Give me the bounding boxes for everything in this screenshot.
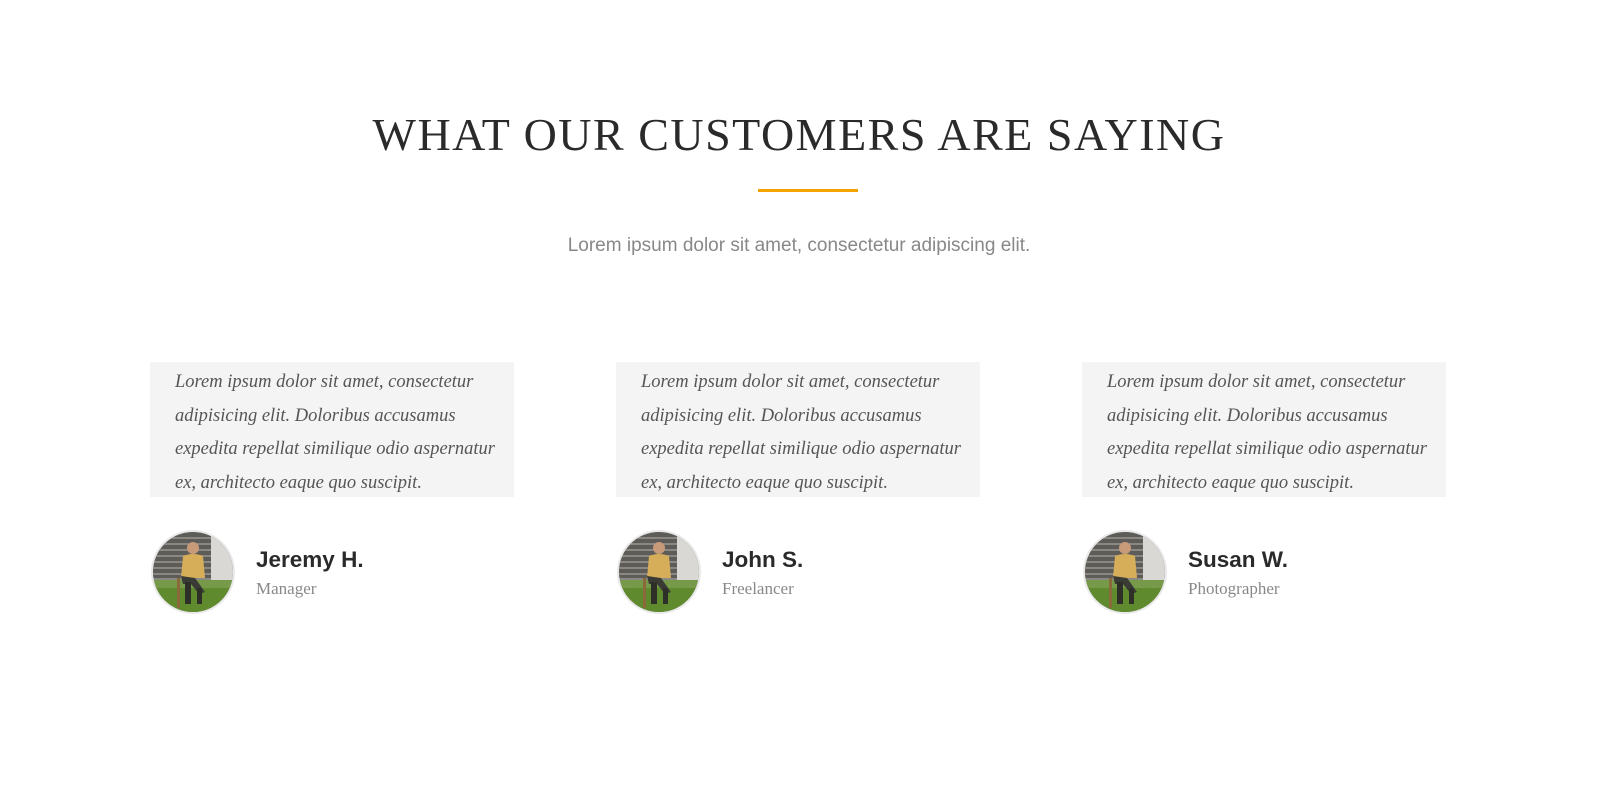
testimonial-quote-box: Lorem ipsum dolor sit amet, consectetur …	[1082, 362, 1446, 497]
avatar	[1083, 530, 1167, 614]
testimonial-card: Lorem ipsum dolor sit amet, consectetur …	[1082, 362, 1446, 614]
testimonial-quote-box: Lorem ipsum dolor sit amet, consectetur …	[150, 362, 514, 497]
avatar	[617, 530, 701, 614]
author-name: Jeremy H.	[256, 547, 364, 572]
title-divider	[758, 189, 858, 192]
testimonial-author: John S. Freelancer	[617, 530, 981, 618]
section-subtitle: Lorem ipsum dolor sit amet, consectetur …	[567, 235, 1031, 256]
testimonial-quote: Lorem ipsum dolor sit amet, consectetur …	[641, 372, 961, 493]
avatar	[151, 530, 235, 614]
author-name: Susan W.	[1188, 547, 1289, 572]
testimonial-card: Lorem ipsum dolor sit amet, consectetur …	[616, 362, 980, 614]
testimonial-quote: Lorem ipsum dolor sit amet, consectetur …	[175, 372, 495, 493]
testimonial-card: Lorem ipsum dolor sit amet, consectetur …	[150, 362, 514, 614]
person-photo-icon	[153, 532, 233, 612]
author-role: Freelancer	[722, 579, 794, 598]
author-role: Photographer	[1188, 579, 1280, 598]
testimonials-section: WHAT OUR CUSTOMERS ARE SAYING Lorem ipsu…	[0, 0, 1598, 798]
testimonial-quote-box: Lorem ipsum dolor sit amet, consectetur …	[616, 362, 980, 497]
author-name: John S.	[722, 547, 804, 572]
testimonial-author: Susan W. Photographer	[1083, 530, 1447, 618]
person-photo-icon	[619, 532, 699, 612]
testimonial-author: Jeremy H. Manager	[151, 530, 515, 618]
person-photo-icon	[1085, 532, 1165, 612]
section-title: WHAT OUR CUSTOMERS ARE SAYING	[372, 109, 1226, 160]
testimonial-quote: Lorem ipsum dolor sit amet, consectetur …	[1107, 372, 1427, 493]
author-role: Manager	[256, 579, 317, 598]
